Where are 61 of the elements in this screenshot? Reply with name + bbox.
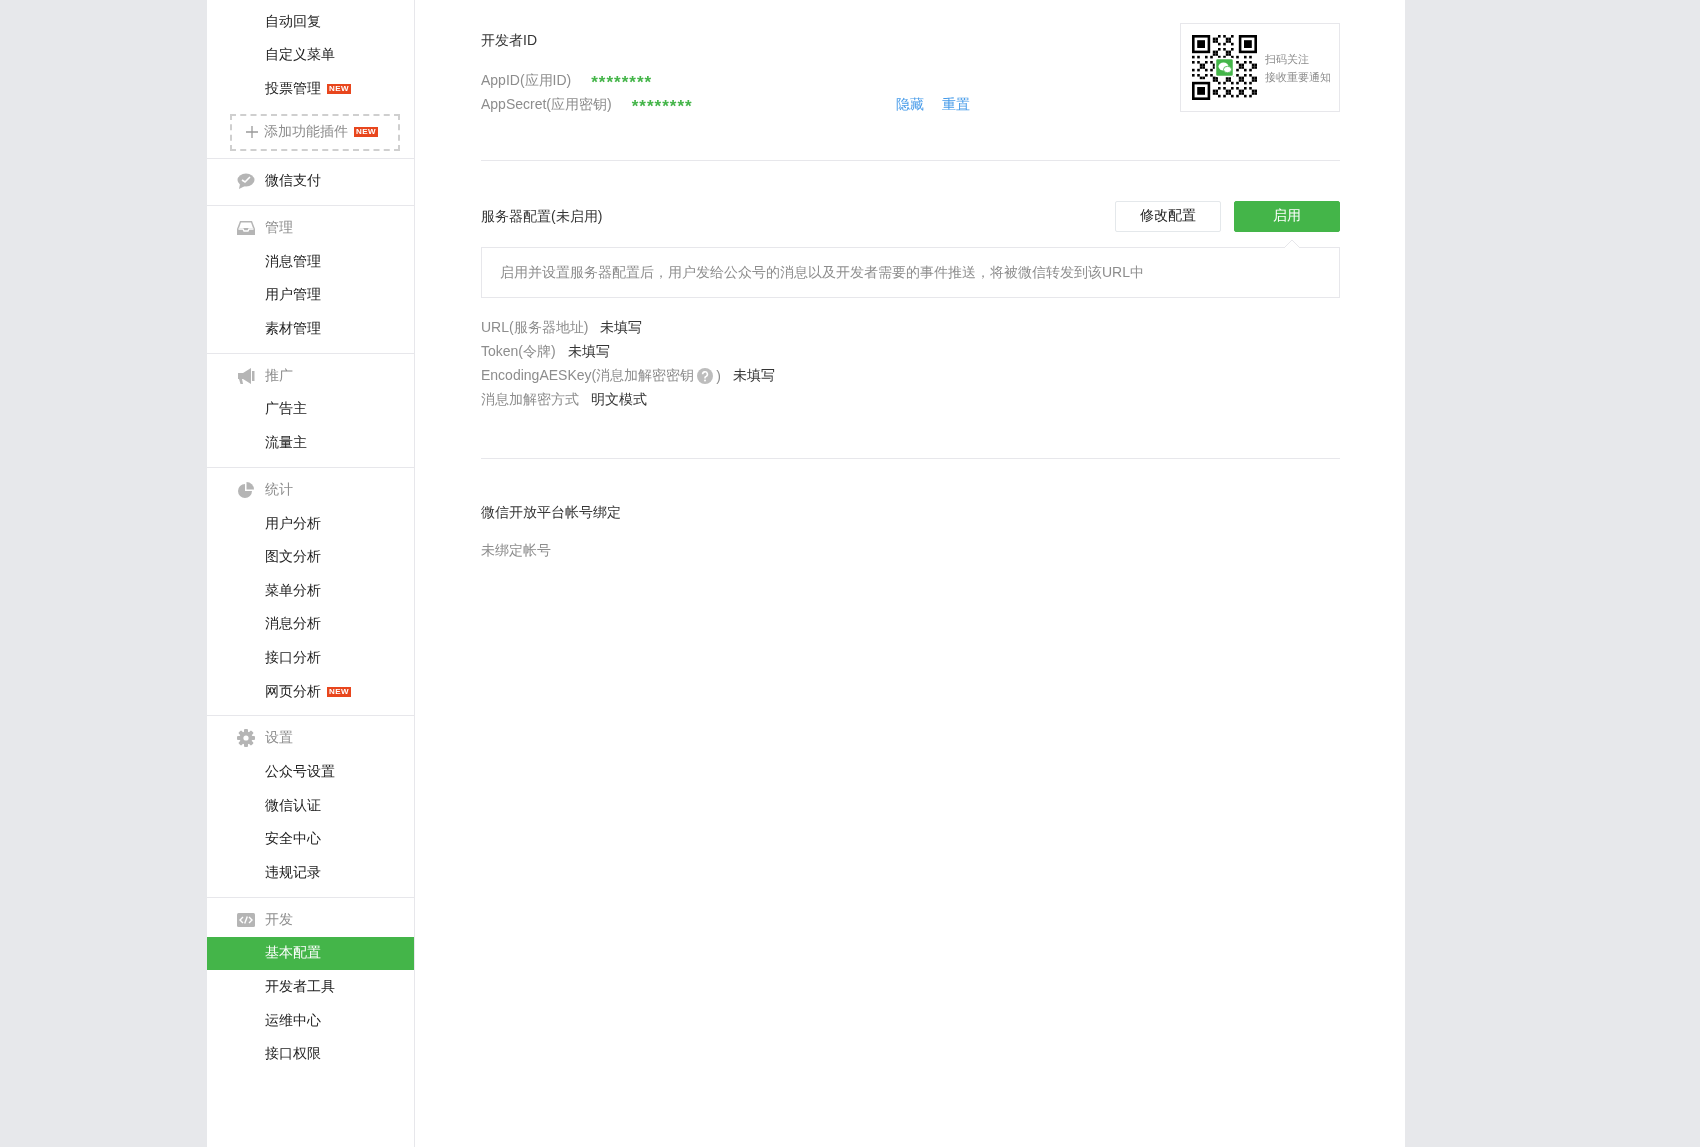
plus-icon [245, 126, 258, 139]
new-badge: NEW [327, 686, 352, 697]
pie-chart-icon [237, 480, 255, 499]
new-badge: NEW [353, 127, 379, 138]
section-heading: 开发 [265, 910, 293, 929]
section-heading: 推广 [265, 366, 293, 385]
sidebar-item[interactable]: 消息分析 [207, 607, 414, 642]
sidebar-item[interactable]: 公众号设置 [207, 755, 414, 789]
help-icon [697, 368, 714, 384]
sidebar-item[interactable]: 菜单分析 [207, 573, 414, 608]
sidebar-item[interactable]: 安全中心 [207, 822, 414, 857]
sidebar-item[interactable]: 用户管理 [207, 278, 414, 312]
field-label: EncodingAESKey(消息加解密密钥 [481, 367, 695, 385]
gear-icon [237, 729, 255, 748]
field-label: AppID(应用ID) [481, 71, 572, 90]
inbox-tray-icon [237, 218, 255, 237]
masked-value: ******** [631, 96, 693, 117]
sidebar-item[interactable]: 用户分析 [207, 506, 414, 541]
section-heading: 设置 [265, 729, 293, 748]
section-title: 微信开放平台帐号绑定 [481, 503, 622, 522]
binding-status: 未绑定帐号 [481, 542, 552, 560]
sidebar-item[interactable]: 图文分析 [207, 540, 414, 574]
qr-code [1192, 35, 1257, 100]
field-label: URL(服务器地址) [481, 319, 589, 337]
sidebar-item[interactable]: 开发者工具 [207, 970, 414, 1004]
sidebar-item[interactable]: 素材管理 [207, 311, 414, 346]
sidebar-item[interactable]: 自动回复 [207, 5, 414, 39]
sidebar-item[interactable]: 流量主 [207, 426, 414, 460]
sidebar-item[interactable]: 微信支付 [207, 163, 414, 198]
qr-caption: 接收重要通知 [1265, 69, 1331, 85]
field-label: 消息加解密方式 [481, 391, 579, 409]
code-icon [237, 910, 255, 929]
field-label: ) [716, 368, 721, 384]
sidebar-item[interactable]: 微信认证 [207, 788, 414, 823]
add-plugin-button[interactable]: 添加功能插件 NEW [230, 113, 400, 151]
sidebar-item[interactable]: 违规记录 [207, 856, 414, 890]
field-value: 未填写 [732, 367, 775, 385]
field-label: AppSecret(应用密钥) [481, 95, 612, 114]
sidebar-item[interactable]: 投票管理 NEW [207, 72, 414, 106]
edit-config-button[interactable]: 修改配置 [1115, 200, 1221, 232]
qr-caption: 扫码关注 [1265, 51, 1310, 67]
field-value: 未填写 [567, 343, 610, 361]
megaphone-icon [237, 366, 255, 385]
field-value: 明文模式 [591, 391, 647, 409]
section-heading: 管理 [265, 218, 293, 237]
sidebar-item[interactable]: 消息管理 [207, 244, 414, 279]
masked-value: ******** [591, 72, 653, 93]
section-title: 开发者ID [481, 31, 538, 50]
section-title: 服务器配置(未启用) [481, 207, 604, 226]
notice-text: 启用并设置服务器配置后，用户发给公众号的消息以及开发者需要的事件推送，将被微信转发到该URL中 [500, 264, 1144, 280]
chat-bubble-icon [237, 171, 255, 190]
section-heading: 统计 [265, 480, 293, 499]
sidebar-item[interactable]: 接口权限 [207, 1037, 414, 1072]
sidebar-item[interactable]: 网页分析 NEW [207, 674, 414, 709]
field-label: Token(令牌) [481, 343, 556, 361]
sidebar-item[interactable]: 广告主 [207, 392, 414, 427]
sidebar-item[interactable]: 自定义菜单 [207, 38, 414, 73]
new-badge: NEW [327, 84, 352, 94]
sidebar-item[interactable]: 运维中心 [207, 1003, 414, 1038]
field-value: 未填写 [600, 319, 643, 337]
sidebar-item[interactable]: 接口分析 [207, 641, 414, 675]
